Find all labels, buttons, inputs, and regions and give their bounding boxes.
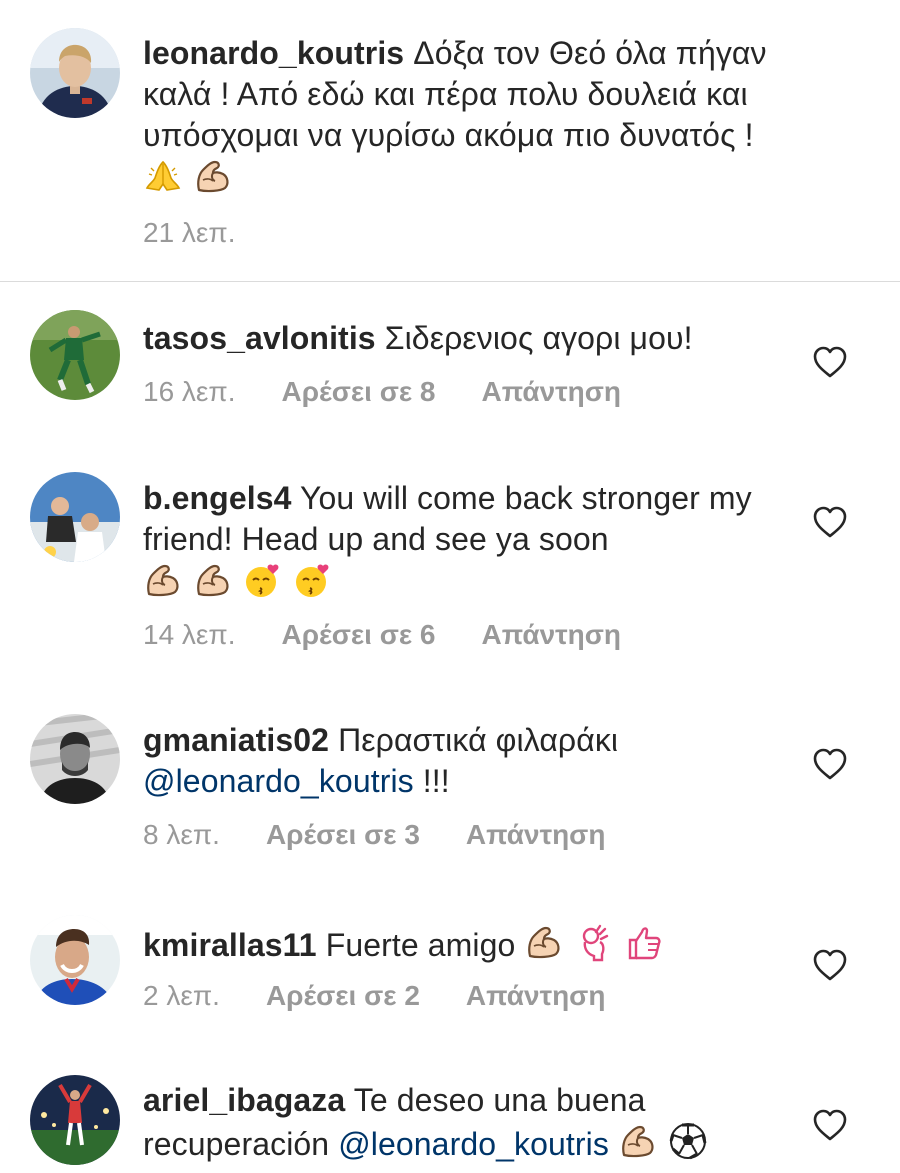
ok-hand-emoji [574, 922, 614, 962]
comment-meta: 14 λεπ. Αρέσει σε 6 Απάντηση [143, 619, 667, 651]
heart-icon[interactable] [812, 948, 848, 982]
likes-count-link[interactable]: Αρέσει σε 3 [266, 819, 420, 850]
heart-icon[interactable] [812, 1108, 848, 1142]
comment-timestamp: 21 λεπ. [143, 217, 236, 248]
comment-body: ariel_ibagaza Te deseo una buena recuper… [143, 1080, 803, 1165]
comment-username[interactable]: kmirallas11 [143, 927, 317, 963]
reply-button[interactable]: Απάντηση [482, 376, 622, 407]
flexed-biceps-emoji [524, 922, 564, 962]
flexed-biceps-emoji [193, 156, 233, 196]
comment-body: b.engels4 You will come back stronger my… [143, 478, 803, 604]
likes-count-link[interactable]: Αρέσει σε 2 [266, 980, 420, 1011]
avatar[interactable] [30, 915, 120, 1005]
comment-body: gmaniatis02 Περαστικά φιλαράκι @leonardo… [143, 720, 803, 802]
comment-username[interactable]: tasos_avlonitis [143, 320, 376, 356]
likes-count-link[interactable]: Αρέσει σε 8 [282, 376, 436, 407]
kissing-heart-emoji [293, 560, 333, 600]
comment-body: tasos_avlonitis Σιδερενιος αγορι μου! [143, 318, 803, 359]
avatar[interactable] [30, 310, 120, 400]
comment-body: kmirallas11 Fuerte amigo [143, 922, 803, 966]
heart-icon[interactable] [812, 747, 848, 781]
comment-meta: 16 λεπ. Αρέσει σε 8 Απάντηση [143, 376, 667, 408]
comment-timestamp: 2 λεπ. [143, 980, 220, 1011]
user-mention-link[interactable]: @leonardo_koutris [338, 1126, 609, 1162]
thumbs-up-emoji [624, 922, 664, 962]
user-mention-link[interactable]: @leonardo_koutris [143, 763, 414, 799]
comment-text: Fuerte amigo [325, 927, 516, 963]
comment-timestamp: 16 λεπ. [143, 376, 236, 407]
likes-count-link[interactable]: Αρέσει σε 6 [282, 619, 436, 650]
avatar[interactable] [30, 472, 120, 562]
avatar[interactable] [30, 714, 120, 804]
comment-meta: 21 λεπ. [143, 217, 282, 249]
caption-text-block: leonardo_koutris Δόξα τον Θεό όλα πήγαν … [143, 33, 843, 200]
heart-icon[interactable] [812, 505, 848, 539]
folded-hands-emoji [143, 156, 183, 196]
reply-button[interactable]: Απάντηση [466, 980, 606, 1011]
comment-timestamp: 14 λεπ. [143, 619, 236, 650]
kissing-heart-emoji [243, 560, 283, 600]
flexed-biceps-emoji [618, 1121, 658, 1161]
reply-button[interactable]: Απάντηση [482, 619, 622, 650]
comment-text: Σιδερενιος αγορι μου! [384, 320, 693, 356]
soccer-ball-emoji [668, 1121, 708, 1161]
avatar[interactable] [30, 1075, 120, 1165]
comment-timestamp: 8 λεπ. [143, 819, 220, 850]
divider [0, 281, 900, 282]
comment-username[interactable]: b.engels4 [143, 480, 292, 516]
comment-meta: 2 λεπ. Αρέσει σε 2 Απάντηση [143, 980, 651, 1012]
comment-meta: 8 λεπ. Αρέσει σε 3 Απάντηση [143, 819, 651, 851]
reply-button[interactable]: Απάντηση [466, 819, 606, 850]
comment-text-suffix: !!! [413, 763, 450, 799]
comment-username[interactable]: gmaniatis02 [143, 722, 329, 758]
avatar[interactable] [30, 28, 120, 118]
flexed-biceps-emoji [193, 560, 233, 600]
comment-text: Περαστικά φιλαράκι [338, 722, 619, 758]
comment-username[interactable]: leonardo_koutris [143, 35, 404, 71]
comment-username[interactable]: ariel_ibagaza [143, 1082, 345, 1118]
flexed-biceps-emoji [143, 560, 183, 600]
heart-icon[interactable] [812, 345, 848, 379]
